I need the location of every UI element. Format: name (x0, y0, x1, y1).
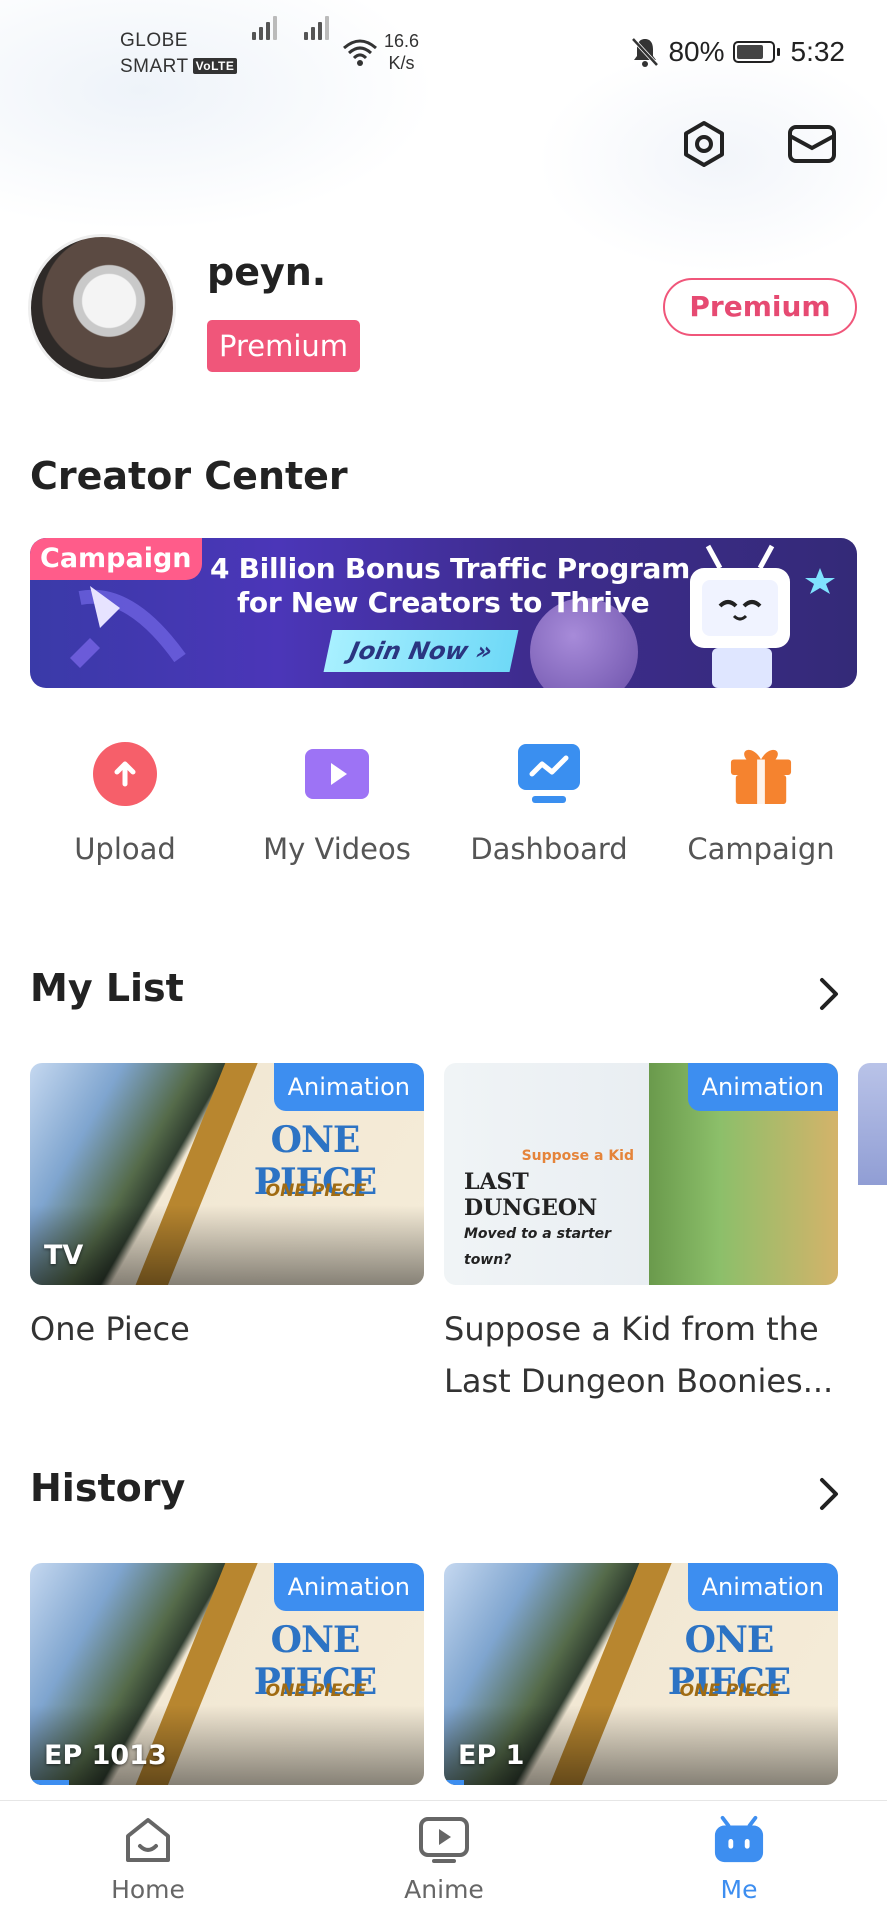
history-item[interactable]: ONE PIECE ONE PIECE Animation EP 1 (444, 1563, 838, 1785)
nav-home[interactable]: Home (68, 1815, 228, 1904)
status-right: 80% 5:32 (630, 36, 845, 68)
history-chevron-right-icon[interactable] (814, 1474, 844, 1514)
campaign-label: Campaign (687, 832, 835, 866)
rocket-illustration (70, 586, 186, 668)
settings-hexagon-icon (684, 121, 724, 167)
battery-icon (732, 41, 780, 63)
battery-percent: 80% (668, 36, 725, 67)
campaign-tool[interactable]: Campaign (661, 742, 861, 866)
category-tag: Animation (273, 1063, 424, 1111)
episode-label: EP 1013 (44, 1740, 167, 1771)
section-title-my-list: My List (30, 966, 184, 1010)
bell-muted-icon (631, 37, 659, 67)
my-list-chevron-right-icon[interactable] (814, 974, 844, 1014)
thumbnail: ONE PIECE ONE PIECE Animation TV (30, 1063, 424, 1285)
dashboard-tool[interactable]: Dashboard (449, 742, 649, 866)
nav-home-label: Home (111, 1875, 185, 1904)
thumbnail-subtitle: ONE PIECE (679, 1681, 781, 1701)
thumbnail-subtitle: ONE PIECE (265, 1681, 367, 1701)
carrier-name: GLOBE SMART VoLTE (120, 28, 238, 80)
join-now-button[interactable]: Join Now » (323, 630, 519, 672)
nav-me[interactable]: Me (659, 1815, 819, 1904)
username[interactable]: peyn. (207, 250, 326, 294)
bottom-nav: Home Anime Me (0, 1800, 887, 1920)
settings-button[interactable] (676, 116, 732, 172)
upload-icon (93, 742, 157, 806)
thumbnail-subtitle: ONE PIECE (265, 1181, 367, 1201)
category-tag: Animation (687, 1563, 838, 1611)
dashboard-monitor-icon (518, 744, 580, 803)
avatar[interactable] (28, 234, 176, 382)
mail-icon (788, 125, 836, 163)
section-title-history: History (30, 1466, 186, 1510)
type-label: TV (44, 1240, 84, 1271)
campaign-tag: Campaign (30, 538, 202, 580)
watch-progress-bar (30, 1780, 69, 1785)
history-item[interactable]: ONE PIECE ONE PIECE Animation EP 1013 (30, 1563, 424, 1785)
list-item[interactable]: ONE PIECE ONE PIECE Animation TV One Pie… (30, 1063, 424, 1355)
upload-tool[interactable]: Upload (25, 742, 225, 866)
banner-headline: 4 Billion Bonus Traffic Program (210, 552, 690, 585)
volte-badge: VoLTE (192, 58, 238, 74)
me-bilibili-icon (714, 1815, 764, 1863)
thumbnail (858, 1063, 887, 1185)
banner-subheadline: for New Creators to Thrive (237, 586, 650, 619)
campaign-banner[interactable]: Campaign 4 Billion Bonus Traffic Program… (30, 538, 857, 688)
status-bar: GLOBE SMART VoLTE 16.6 K/s 80% 5:32 (0, 0, 887, 100)
play-video-icon (305, 749, 369, 799)
my-videos-tool[interactable]: My Videos (237, 742, 437, 866)
card-title: Suppose a Kid from the Last Dungeon Boon… (444, 1310, 834, 1400)
messages-button[interactable] (784, 116, 840, 172)
home-icon (126, 1818, 170, 1862)
my-videos-label: My Videos (263, 832, 411, 866)
list-item-peek[interactable]: Th O (858, 1063, 887, 1185)
dashboard-label: Dashboard (470, 832, 628, 866)
thumbnail: ONE PIECE ONE PIECE Animation EP 1013 (30, 1563, 424, 1785)
wifi-icon (343, 39, 377, 66)
watch-progress-bar (444, 1780, 464, 1785)
nav-anime[interactable]: Anime (364, 1815, 524, 1904)
category-tag: Animation (273, 1563, 424, 1611)
carrier-line-1: GLOBE (120, 30, 188, 51)
network-speed: 16.6 K/s (384, 31, 420, 73)
nav-me-label: Me (720, 1875, 758, 1904)
clock: 5:32 (790, 36, 846, 67)
gift-icon (730, 749, 792, 805)
episode-label: EP 1 (458, 1740, 525, 1771)
premium-badge: Premium (207, 320, 361, 372)
thumbnail: ONE PIECE ONE PIECE Animation EP 1 (444, 1563, 838, 1785)
upload-label: Upload (74, 832, 176, 866)
thumbnail: Suppose a Kid LAST DUNGEON Moved to a st… (444, 1063, 838, 1285)
card-title: One Piece (30, 1310, 190, 1348)
anime-tv-icon (419, 1817, 469, 1863)
nav-anime-label: Anime (404, 1875, 484, 1904)
carrier-line-2: SMART (120, 56, 189, 77)
premium-button[interactable]: Premium (663, 278, 857, 336)
category-tag: Animation (687, 1063, 838, 1111)
section-title-creator-center: Creator Center (30, 454, 348, 498)
list-item[interactable]: Suppose a Kid LAST DUNGEON Moved to a st… (444, 1063, 838, 1407)
thumbnail-logo: Suppose a Kid LAST DUNGEON Moved to a st… (464, 1148, 634, 1268)
